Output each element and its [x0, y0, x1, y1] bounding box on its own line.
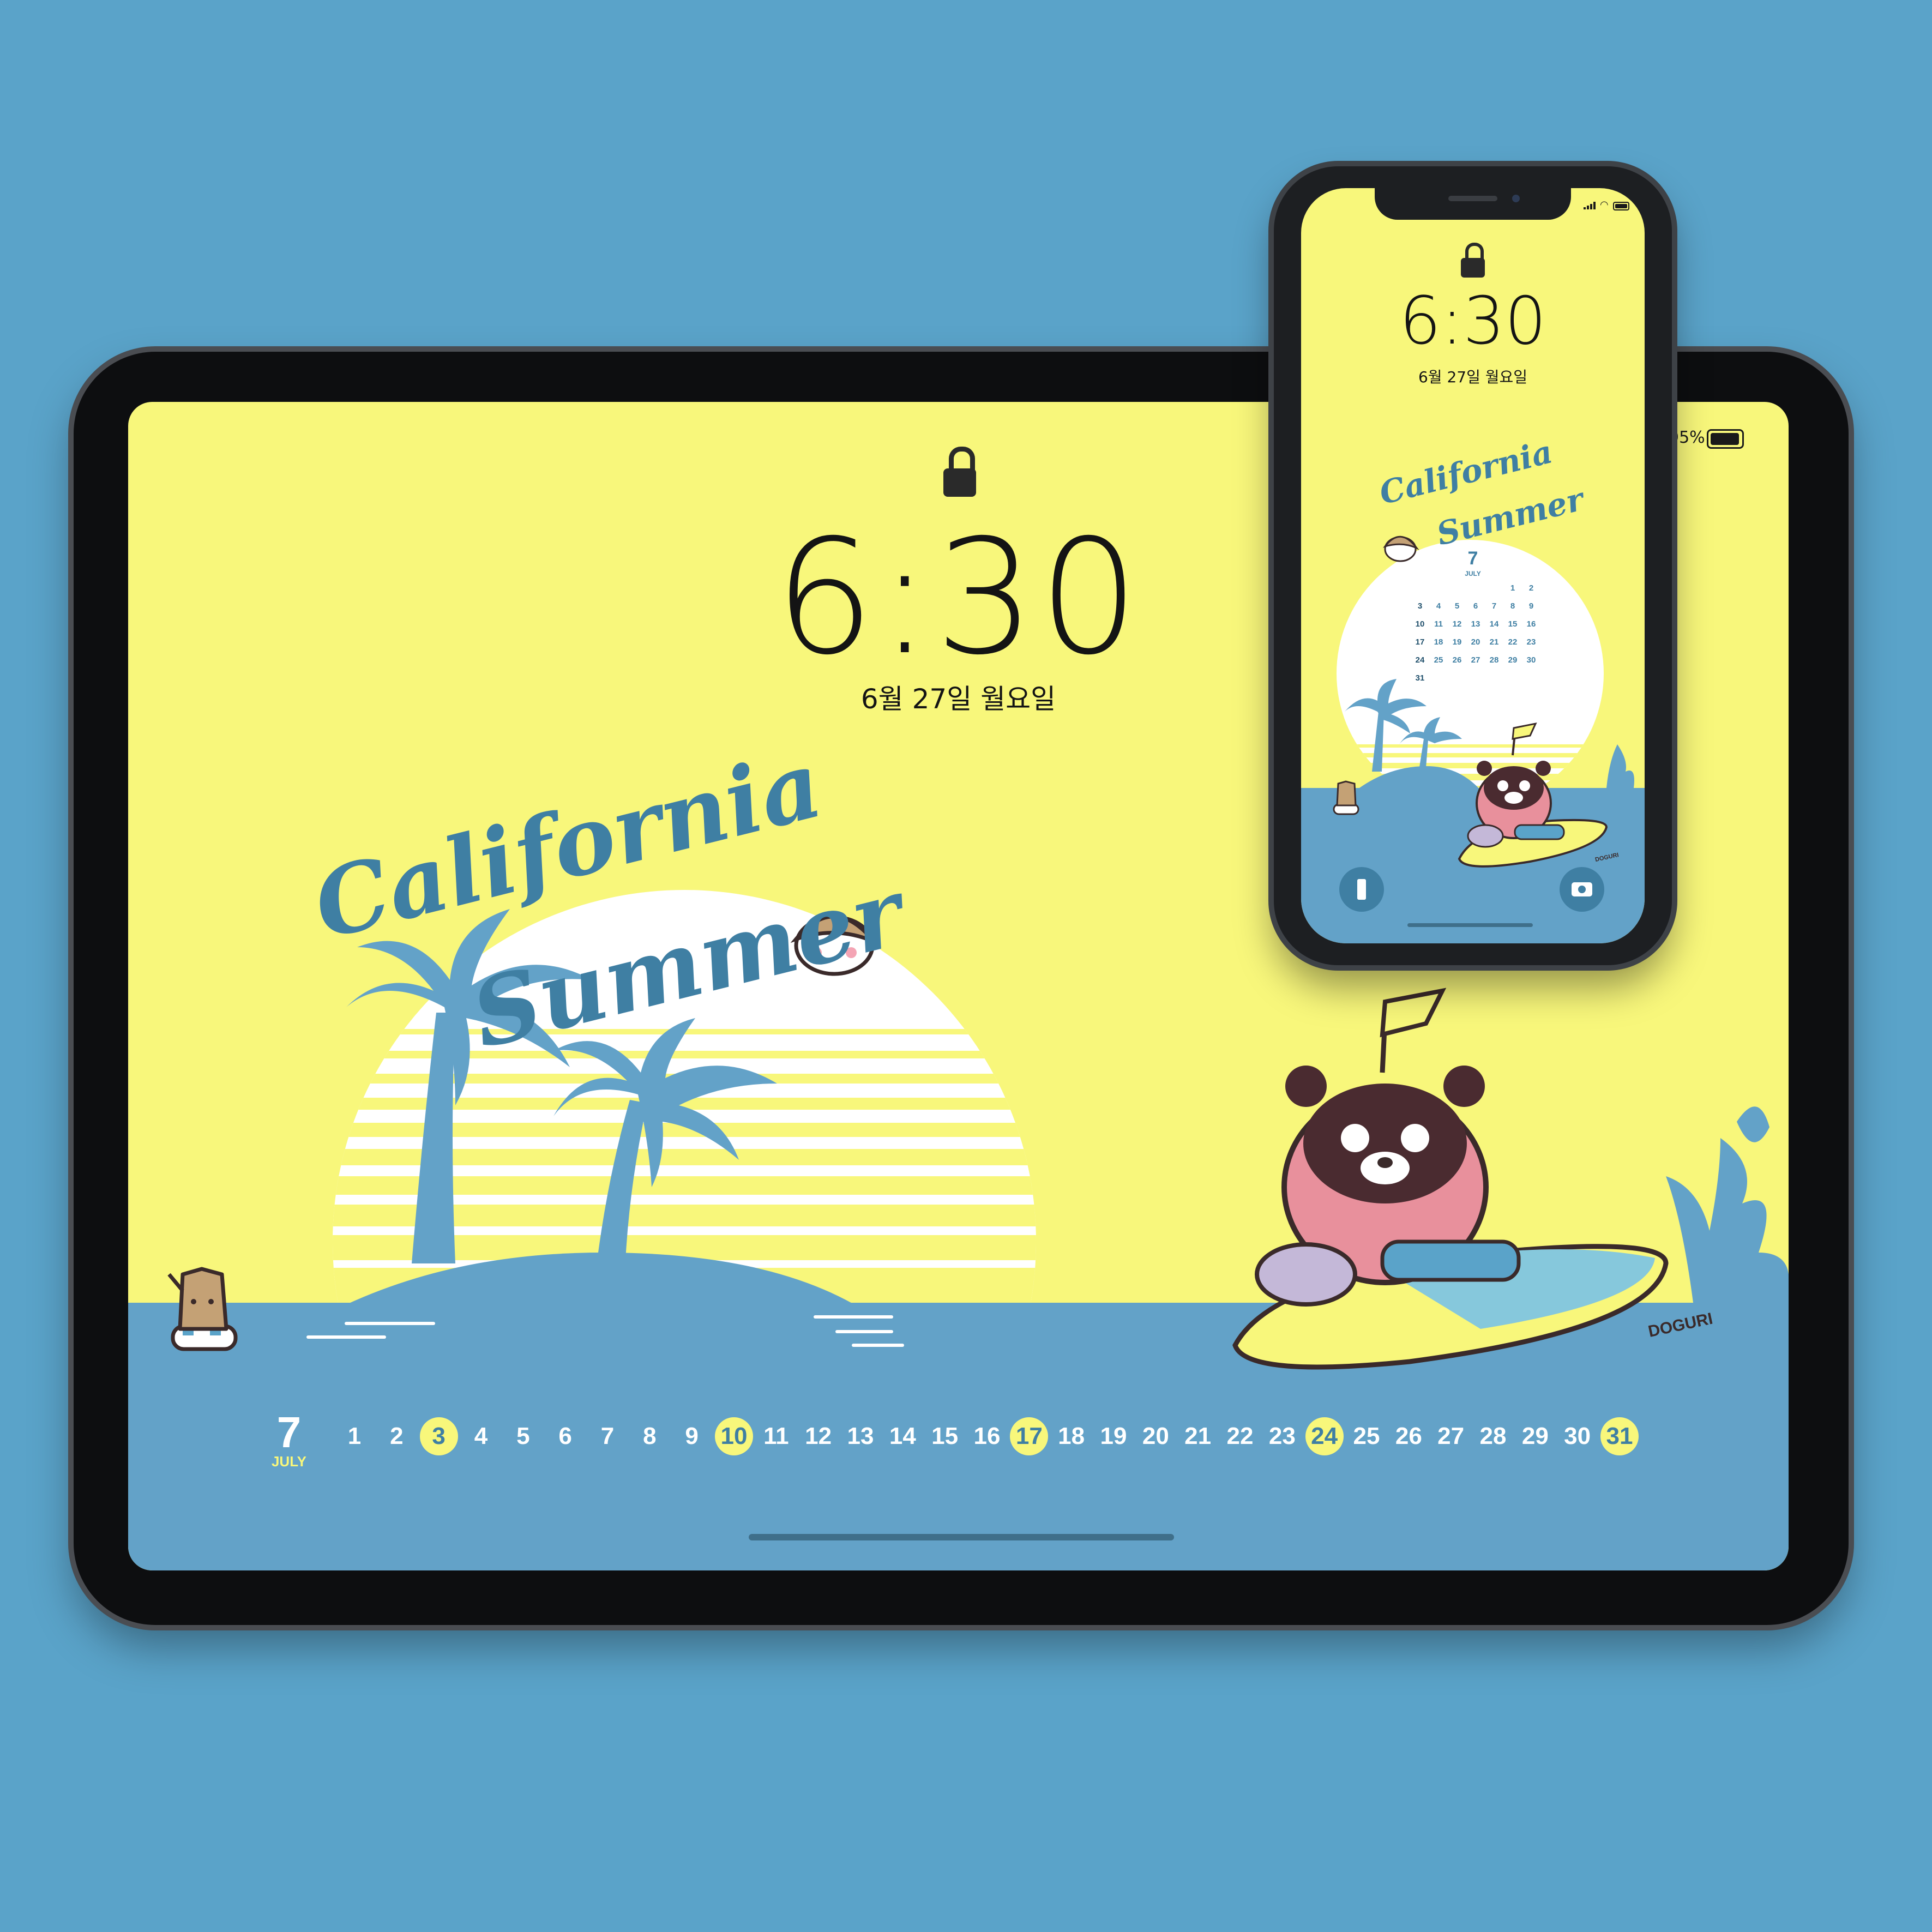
calendar-day: 16: [973, 1423, 1001, 1449]
calendar-day: 25: [1434, 655, 1443, 665]
calendar-day: 21: [1184, 1423, 1212, 1449]
calendar-day-highlighted: 31: [1600, 1417, 1639, 1455]
phone-notch: [1375, 188, 1571, 220]
lockscreen-date: 6월 27일 월요일: [1418, 368, 1528, 386]
flashlight-icon: [1357, 879, 1366, 900]
flashlight-button[interactable]: [1339, 867, 1384, 912]
calendar-day: 23: [1268, 1423, 1296, 1449]
camera-button[interactable]: [1560, 867, 1604, 912]
calendar-day: 19: [1452, 637, 1462, 647]
calendar-day: 11: [1434, 619, 1443, 629]
calendar-day-highlighted: 10: [715, 1417, 753, 1455]
calendar-day: 6: [558, 1423, 572, 1449]
calendar-day: 30: [1526, 655, 1536, 665]
calendar-grid: 1 2 3 4 5 6 7 8 9 10 11 12 13 14 15 16 17 18 19 20 21 22 23 24 2…: [1301, 583, 1645, 703]
battery-icon: [1613, 202, 1629, 210]
calendar-day: 16: [1526, 619, 1536, 629]
wifi-icon: ◠: [1600, 199, 1609, 210]
calendar-day: 28: [1489, 655, 1499, 665]
lock-icon: [943, 447, 976, 497]
calendar-day: 7: [1491, 601, 1497, 611]
calendar-day: 18: [1058, 1423, 1085, 1449]
calendar-day: 3: [1417, 601, 1423, 611]
calendar-day: 12: [1452, 619, 1462, 629]
calendar-day: 26: [1452, 655, 1462, 665]
calendar-days-strip: 1 2 3 4 5 6 7 8 9 10 11 12 13 14 15 16 17 18 19 20 21 22 23 24 2…: [128, 1417, 1789, 1461]
calendar-day: 15: [931, 1423, 959, 1449]
calendar-day: 7: [600, 1423, 615, 1449]
calendar-day: 9: [1528, 601, 1534, 611]
calendar-day: 13: [1471, 619, 1480, 629]
calendar-day: 17: [1415, 637, 1425, 647]
phone-lockscreen: California Summer DOGURI ◠ 6:30 6월 27일 월…: [1301, 188, 1645, 943]
phone-device: California Summer DOGURI ◠ 6:30 6월 27일 월…: [1274, 166, 1672, 965]
calendar-day: 1: [1510, 583, 1515, 593]
calendar-day: 23: [1526, 637, 1536, 647]
calendar-day: 24: [1415, 655, 1425, 665]
calendar-day: 21: [1489, 637, 1499, 647]
calendar-day: 27: [1471, 655, 1480, 665]
calendar-day: 22: [1226, 1423, 1254, 1449]
calendar-day: 5: [1454, 601, 1460, 611]
lock-icon: [1461, 243, 1485, 278]
calendar-day: 19: [1100, 1423, 1127, 1449]
calendar-day: 31: [1415, 673, 1425, 683]
water-splash: [1666, 1106, 1789, 1303]
calendar-day: 13: [847, 1423, 874, 1449]
calendar-day: 15: [1508, 619, 1518, 629]
battery-percent: 95%: [1669, 428, 1705, 447]
calendar-day: 11: [763, 1423, 789, 1449]
speaker-grille: [1448, 196, 1497, 201]
calendar-day-highlighted: 17: [1010, 1417, 1049, 1455]
calendar-day: 20: [1471, 637, 1480, 647]
calendar-day: 2: [390, 1423, 404, 1449]
calendar-day: 5: [516, 1423, 530, 1449]
calendar-day: 2: [1528, 583, 1534, 593]
calendar-day: 1: [347, 1423, 362, 1449]
calendar-day: 30: [1564, 1423, 1591, 1449]
calendar-day: 6: [1473, 601, 1478, 611]
calendar-day: 14: [889, 1423, 916, 1449]
calendar-day: 10: [1415, 619, 1425, 629]
calendar-month-name: JULY: [1465, 570, 1481, 577]
calendar-month-number: 7: [1467, 548, 1478, 569]
battery-icon: [1707, 429, 1744, 449]
calendar-day: 4: [1436, 601, 1441, 611]
calendar-day: 28: [1479, 1423, 1507, 1449]
calendar-day: 29: [1521, 1423, 1549, 1449]
lockscreen-time: 6:30: [1399, 284, 1546, 359]
calendar-day: 27: [1437, 1423, 1465, 1449]
signal-icon: [1584, 202, 1599, 209]
front-camera: [1512, 195, 1520, 202]
calendar-day: 20: [1142, 1423, 1169, 1449]
tree-stump-character: [1333, 780, 1359, 815]
home-indicator[interactable]: [1407, 923, 1533, 927]
calendar-day: 14: [1489, 619, 1499, 629]
calendar-day: 9: [685, 1423, 699, 1449]
calendar-day: 29: [1508, 655, 1518, 665]
calendar-day: 8: [1510, 601, 1515, 611]
calendar-day-highlighted: 24: [1305, 1417, 1344, 1455]
camera-icon: [1572, 882, 1592, 896]
calendar-day: 4: [474, 1423, 488, 1449]
calendar-day: 26: [1395, 1423, 1422, 1449]
surfing-raccoon-character: [1232, 988, 1669, 1370]
home-indicator[interactable]: [749, 1534, 1174, 1540]
calendar-day: 8: [643, 1423, 657, 1449]
calendar-day-highlighted: 3: [419, 1417, 458, 1455]
calendar-day: 12: [805, 1423, 832, 1449]
calendar-day: 22: [1508, 637, 1518, 647]
calendar-day: 18: [1434, 637, 1443, 647]
calendar-day: 25: [1353, 1423, 1380, 1449]
